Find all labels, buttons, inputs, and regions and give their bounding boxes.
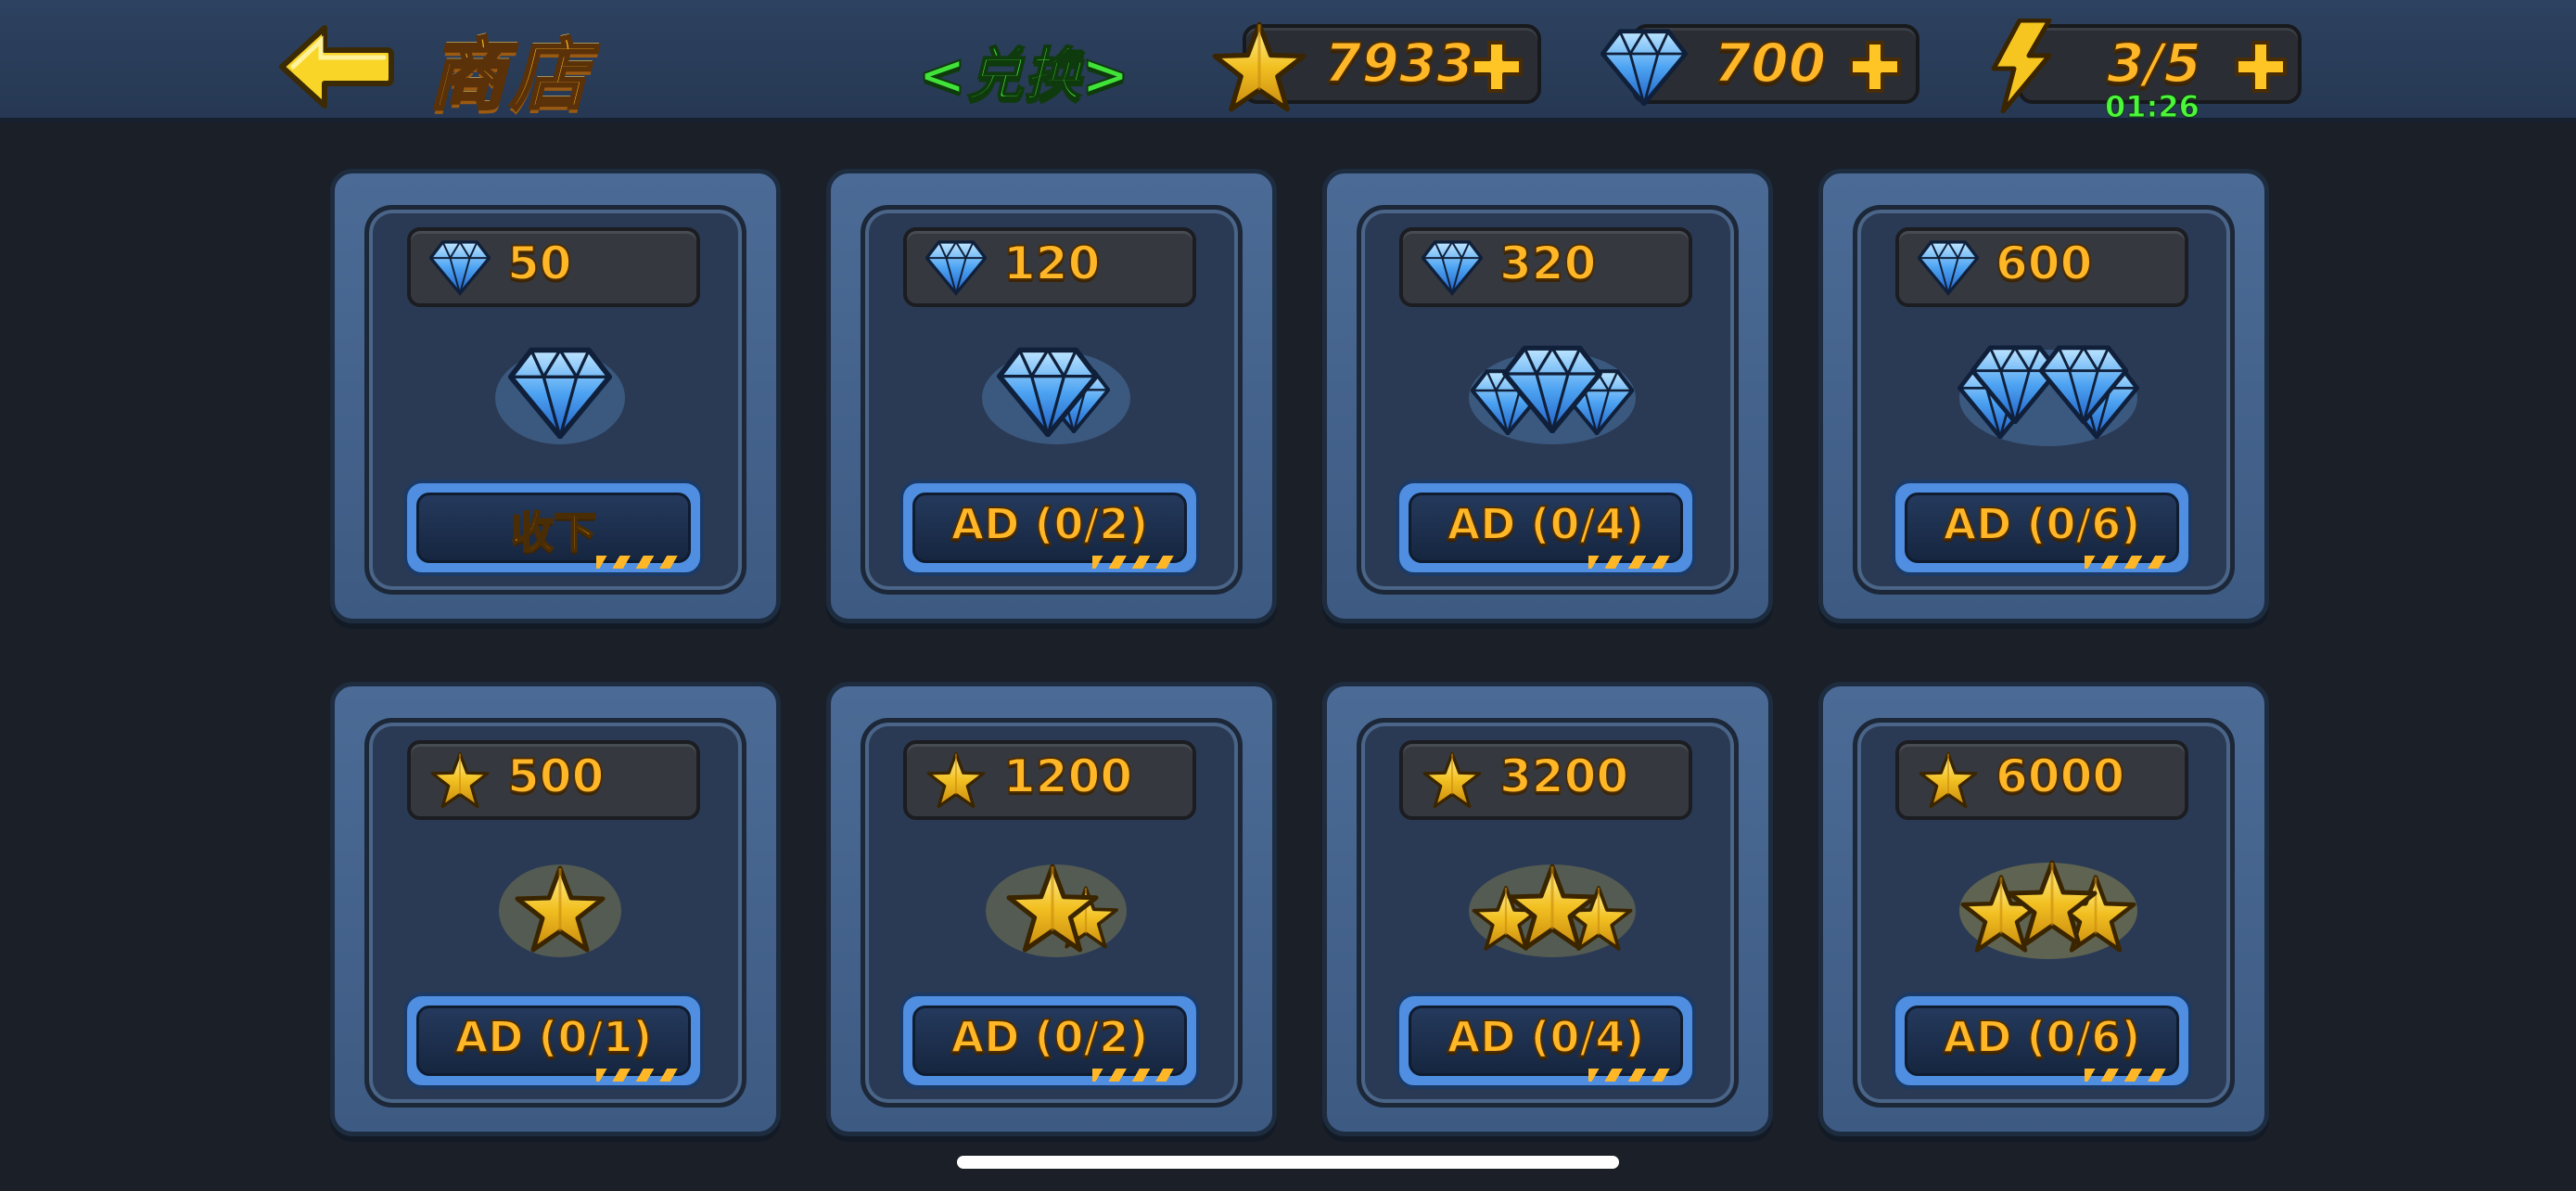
price-value: 1200 (1002, 749, 1133, 804)
star-pile-icon (1959, 853, 2137, 959)
back-button[interactable] (278, 24, 395, 109)
watch-ad-button[interactable]: AD (0/1) (403, 992, 704, 1089)
add-stars-button[interactable] (1469, 39, 1524, 95)
shop-card-gems-2: 120 AD (0/2) (826, 169, 1277, 623)
stars-value: 7933 (1323, 31, 1474, 96)
button-label: AD (0/2) (950, 498, 1150, 550)
add-energy-button[interactable] (2233, 39, 2289, 95)
price-box: 600 (1895, 227, 2188, 307)
star-icon (499, 864, 621, 957)
shop-card-gems-3: 320 AD (0/4) (1322, 169, 1773, 623)
button-label: AD (0/6) (1943, 1011, 2142, 1063)
exchange-tab[interactable]: <兑换> (917, 28, 1130, 111)
lightning-icon (1991, 19, 2052, 113)
button-label: AD (0/4) (1447, 498, 1646, 550)
price-value: 320 (1498, 236, 1597, 291)
price-box: 320 (1399, 227, 1692, 307)
price-box: 1200 (903, 740, 1196, 820)
diamond-icon (925, 238, 987, 296)
button-label: 收下 (510, 506, 597, 558)
watch-ad-button[interactable]: AD (0/2) (899, 480, 1200, 576)
watch-ad-button[interactable]: AD (0/6) (1892, 480, 2192, 576)
price-value: 6000 (1995, 749, 2125, 804)
star-pile-icon (986, 853, 1127, 957)
shop-card-stars-4: 6000 AD (0/6) (1818, 682, 2269, 1136)
button-label: AD (0/6) (1943, 498, 2142, 550)
watch-ad-button[interactable]: AD (0/6) (1892, 992, 2192, 1089)
button-label: AD (0/4) (1447, 1011, 1646, 1063)
watch-ad-button[interactable]: AD (0/4) (1396, 992, 1696, 1089)
shop-card-stars-2: 1200 AD (0/2) (826, 682, 1277, 1136)
energy-value: 3/5 (2106, 31, 2202, 96)
watch-ad-button[interactable]: AD (0/4) (1396, 480, 1696, 576)
star-icon (1211, 20, 1307, 113)
price-value: 500 (506, 749, 605, 804)
shop-card-stars-3: 3200 AD (0/4) (1322, 682, 1773, 1136)
star-icon (429, 751, 491, 809)
gems-value: 700 (1713, 31, 1827, 96)
price-box: 6000 (1895, 740, 2188, 820)
shop-card-gems-1: 50 收下 (330, 169, 781, 623)
star-icon (925, 751, 987, 809)
price-value: 600 (1995, 236, 2093, 291)
diamond-icon (1918, 238, 1979, 296)
diamond-pile-icon (1469, 340, 1636, 444)
arrow-left-icon (279, 25, 394, 109)
star-pile-icon (1469, 853, 1636, 957)
page-title: 商店 (427, 29, 593, 122)
add-gems-button[interactable] (1847, 39, 1903, 95)
price-box: 500 (407, 740, 700, 820)
diamond-icon (429, 238, 491, 296)
shop-card-gems-4: 600 AD (0/6) (1818, 169, 2269, 623)
star-icon (1422, 751, 1483, 809)
button-label: AD (0/2) (950, 1011, 1150, 1063)
price-value: 50 (506, 236, 573, 291)
watch-ad-button[interactable]: AD (0/2) (899, 992, 1200, 1089)
diamond-pile-icon (982, 340, 1130, 444)
home-indicator[interactable] (957, 1156, 1619, 1169)
price-value: 120 (1002, 236, 1101, 291)
price-box: 120 (903, 227, 1196, 307)
energy-timer: 01:26 (2105, 89, 2200, 125)
price-box: 50 (407, 227, 700, 307)
diamond-icon (1600, 28, 1688, 106)
diamond-icon (1422, 238, 1483, 296)
diamond-icon (495, 340, 625, 444)
shop-card-stars-1: 500 AD (0/1) (330, 682, 781, 1136)
collect-button[interactable]: 收下 (403, 480, 704, 576)
diamond-pile-icon (1956, 340, 2141, 446)
star-icon (1918, 751, 1979, 809)
button-label: AD (0/1) (454, 1011, 654, 1063)
price-value: 3200 (1498, 749, 1629, 804)
price-box: 3200 (1399, 740, 1692, 820)
top-bar: 商店 <兑换> 7933 700 3/5 01:26 (0, 0, 2576, 125)
